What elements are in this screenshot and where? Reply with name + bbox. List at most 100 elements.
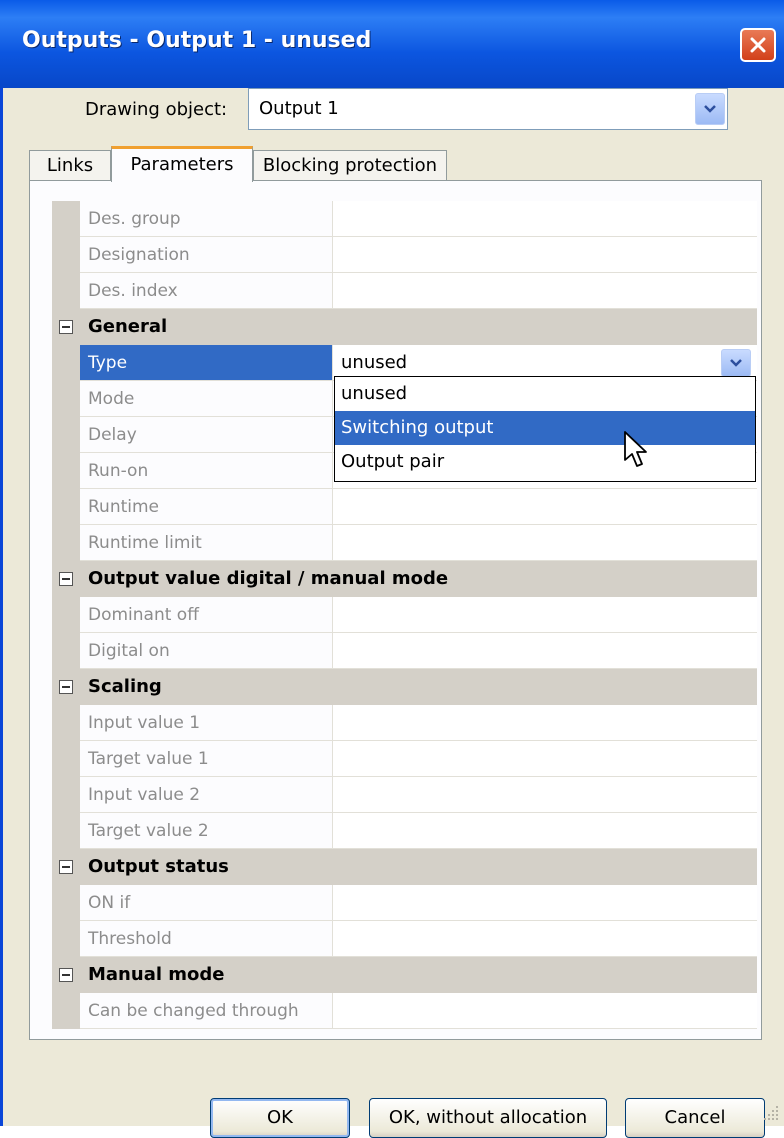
button-label: OK — [267, 1107, 293, 1128]
row-gutter — [52, 597, 80, 633]
row-gutter — [52, 201, 80, 237]
property-value[interactable] — [333, 237, 757, 273]
property-name: Delay — [80, 417, 333, 453]
tab-label: Blocking protection — [262, 155, 438, 176]
row-gutter — [52, 777, 80, 813]
property-name: Mode — [80, 381, 333, 417]
property-row[interactable]: Threshold — [52, 921, 757, 957]
property-row[interactable]: Runtime — [52, 489, 757, 525]
collapse-icon[interactable] — [59, 860, 73, 874]
dialog-window: Outputs - Output 1 - unused Drawing obje… — [0, 0, 784, 1138]
chevron-down-icon — [730, 359, 742, 367]
close-button[interactable] — [740, 28, 776, 62]
category-scaling[interactable]: Scaling — [52, 669, 757, 705]
collapse-icon[interactable] — [59, 320, 73, 334]
row-gutter — [52, 705, 80, 741]
tab-blocking-protection[interactable]: Blocking protection — [253, 150, 447, 180]
category-output-value[interactable]: Output value digital / manual mode — [52, 561, 757, 597]
property-name: Input value 2 — [80, 777, 333, 813]
dropdown-option-unused[interactable]: unused — [335, 377, 755, 411]
category-title: Scaling — [88, 676, 162, 697]
property-row[interactable]: Can be changed through — [52, 993, 757, 1029]
type-dropdown-button[interactable] — [721, 349, 751, 377]
row-gutter — [52, 993, 80, 1029]
property-name: Target value 1 — [80, 741, 333, 777]
row-gutter — [52, 525, 80, 561]
dropdown-option-switching-output[interactable]: Switching output — [335, 411, 755, 445]
property-name: Runtime limit — [80, 525, 333, 561]
property-row[interactable]: Target value 2 — [52, 813, 757, 849]
property-value[interactable] — [333, 597, 757, 633]
property-row[interactable]: Input value 2 — [52, 777, 757, 813]
property-value[interactable] — [333, 705, 757, 741]
property-value[interactable] — [333, 813, 757, 849]
property-value[interactable] — [333, 273, 757, 309]
property-name: Des. group — [80, 201, 333, 237]
property-row[interactable]: ON if — [52, 885, 757, 921]
property-row[interactable]: Dominant off — [52, 597, 757, 633]
property-grid: Des. group Designation Des. index Genera… — [52, 201, 757, 1029]
property-value[interactable] — [333, 741, 757, 777]
category-output-status[interactable]: Output status — [52, 849, 757, 885]
row-gutter — [52, 237, 80, 273]
property-value[interactable] — [333, 489, 757, 525]
row-gutter — [52, 417, 80, 453]
ok-button[interactable]: OK — [210, 1098, 350, 1138]
dropdown-option-output-pair[interactable]: Output pair — [335, 445, 755, 479]
row-gutter — [52, 813, 80, 849]
row-gutter — [52, 633, 80, 669]
button-label: Cancel — [664, 1107, 726, 1128]
tab-label: Parameters — [130, 154, 234, 175]
property-value[interactable] — [333, 777, 757, 813]
parameters-panel: Des. group Designation Des. index Genera… — [29, 180, 762, 1040]
property-value[interactable] — [333, 633, 757, 669]
drawing-object-select[interactable]: Output 1 — [248, 88, 728, 130]
resize-grip-icon[interactable] — [762, 1104, 780, 1122]
row-gutter — [52, 453, 80, 489]
property-value[interactable] — [333, 525, 757, 561]
row-gutter — [52, 741, 80, 777]
drawing-object-value: Output 1 — [259, 98, 339, 119]
title-bar[interactable]: Outputs - Output 1 - unused — [0, 0, 784, 88]
property-row[interactable]: Input value 1 — [52, 705, 757, 741]
property-row[interactable]: Target value 1 — [52, 741, 757, 777]
window-title: Outputs - Output 1 - unused — [22, 28, 372, 53]
category-manual-mode[interactable]: Manual mode — [52, 957, 757, 993]
property-value[interactable] — [333, 921, 757, 957]
property-row[interactable]: Des. group — [52, 201, 757, 237]
row-gutter — [52, 885, 80, 921]
tab-links[interactable]: Links — [29, 150, 111, 180]
category-title: Output value digital / manual mode — [88, 568, 449, 589]
collapse-icon[interactable] — [59, 680, 73, 694]
category-title: Output status — [88, 856, 229, 877]
property-name: Digital on — [80, 633, 333, 669]
category-general[interactable]: General — [52, 309, 757, 345]
property-value[interactable] — [333, 885, 757, 921]
property-row[interactable]: Runtime limit — [52, 525, 757, 561]
type-dropdown-list[interactable]: unused Switching output Output pair — [334, 376, 756, 482]
chevron-down-icon — [704, 105, 716, 113]
property-name: Can be changed through — [80, 993, 333, 1029]
category-title: Manual mode — [88, 964, 225, 985]
property-name: ON if — [80, 885, 333, 921]
collapse-icon[interactable] — [59, 572, 73, 586]
property-value[interactable] — [333, 201, 757, 237]
collapse-icon[interactable] — [59, 968, 73, 982]
close-icon — [750, 37, 766, 53]
property-name: Runtime — [80, 489, 333, 525]
property-row[interactable]: Digital on — [52, 633, 757, 669]
mouse-pointer-icon — [624, 431, 647, 467]
property-value[interactable] — [333, 993, 757, 1029]
ok-without-allocation-button[interactable]: OK, without allocation — [369, 1098, 607, 1138]
property-row[interactable]: Des. index — [52, 273, 757, 309]
property-name: Run-on — [80, 453, 333, 489]
property-name: Designation — [80, 237, 333, 273]
property-row[interactable]: Designation — [52, 237, 757, 273]
property-name: Threshold — [80, 921, 333, 957]
tab-parameters[interactable]: Parameters — [111, 146, 253, 182]
cancel-button[interactable]: Cancel — [625, 1098, 765, 1138]
row-gutter — [52, 273, 80, 309]
row-gutter — [52, 345, 80, 381]
row-gutter — [52, 381, 80, 417]
drawing-object-dropdown-button[interactable] — [695, 93, 725, 125]
